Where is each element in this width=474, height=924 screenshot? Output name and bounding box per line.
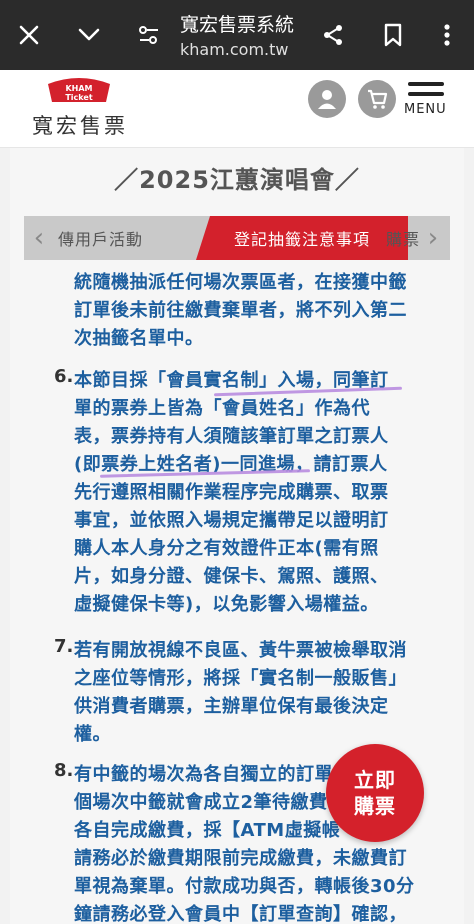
tune-icon[interactable] [132, 18, 166, 52]
buy-now-label-line1: 立即 [354, 768, 396, 792]
notice-line: 鐘請務必登入會員中【訂單查詢】確認， [74, 904, 407, 924]
hamburger-icon [408, 82, 444, 86]
kham-logo[interactable]: KHAM Ticket [46, 76, 112, 104]
cart-icon [368, 89, 388, 109]
notice-line: 之座位等情形，將採「實名制一般販售」 [74, 668, 407, 689]
close-icon[interactable] [12, 18, 46, 52]
notice-line: 虛擬健保卡等)，以免影響入場權益。 [74, 594, 379, 615]
share-icon[interactable] [316, 18, 350, 52]
tab-prev-chevron-icon[interactable]: ‹ [28, 216, 50, 260]
notice-line: 權。 [74, 724, 111, 745]
item-number: 7. [54, 636, 74, 657]
user-icon [318, 90, 336, 109]
svg-text:KHAM: KHAM [65, 84, 92, 93]
notice-line: 先行遵照相關作業程序完成購票、取票 [74, 482, 389, 503]
more-vert-icon[interactable] [430, 18, 464, 52]
buy-now-button[interactable]: 立即 購票 [326, 744, 424, 842]
tab-bar: ‹ 傳用戶活動 登記抽籤注意事項 購票 › [24, 216, 450, 260]
notice-line: 有中籤的場次為各自獨立的訂單 [74, 764, 333, 785]
notice-line: 表，票券持有人須隨該筆訂單之訂票人 [74, 426, 389, 447]
notice-line: 若有開放視線不良區、黃牛票被檢舉取消 [74, 640, 407, 661]
browser-page-title: 寬宏售票系統 [180, 14, 295, 36]
notice-line: 個場次中籤就會成立2筆待繳費 [74, 792, 328, 813]
chevron-down-icon[interactable] [72, 18, 106, 52]
notice-line: 訂單後未前往繳費棄單者，將不列入第二 [74, 300, 407, 321]
browser-toolbar: 寬宏售票系統 kham.com.tw [0, 0, 474, 70]
user-account-button[interactable] [308, 80, 346, 118]
menu-label: MENU [404, 102, 447, 117]
tab-lottery-notice[interactable]: 登記抽籤注意事項 [196, 216, 408, 260]
buy-now-label-line2: 購票 [354, 794, 396, 818]
notice-line: 請務必於繳費期限前完成繳費，未繳費訂 [74, 848, 407, 869]
notice-line: 各自完成繳費，採【ATM虛擬帳 [74, 820, 341, 841]
browser-url[interactable]: kham.com.tw [180, 40, 289, 59]
item-number: 8. [54, 760, 74, 781]
notice-line: 購人本人身分之有效證件正本(需有照 [74, 538, 379, 559]
notice-line: 統隨機抽派任何場次票區者，在接獲中籤 [74, 272, 407, 293]
notice-line: 單視為棄單。付款成功與否，轉帳後30分 [74, 876, 415, 897]
tab-activity[interactable]: 傳用戶活動 [58, 216, 143, 260]
notice-line: 次抽籤名單中。 [74, 328, 204, 349]
tab-next-chevron-icon[interactable]: › [422, 216, 444, 260]
tab-purchase[interactable]: 購票 [386, 216, 420, 260]
notice-line: 片，如身分證、健保卡、駕照、護照、 [74, 566, 389, 587]
cart-button[interactable] [358, 80, 396, 118]
event-title: ／2025江蕙演唱會／ [114, 166, 360, 194]
logo-text: 寬宏售票 [32, 114, 128, 138]
notice-line: 單的票券上皆為「會員姓名」作為代 [74, 398, 370, 419]
bookmark-icon[interactable] [376, 18, 410, 52]
item-number: 6. [54, 366, 74, 387]
notice-line: 供消費者購票，主辦單位保有最後決定 [74, 696, 389, 717]
notice-line: 事宜，並依照入場規定攜帶足以證明訂 [74, 510, 389, 531]
svg-text:Ticket: Ticket [65, 93, 92, 102]
